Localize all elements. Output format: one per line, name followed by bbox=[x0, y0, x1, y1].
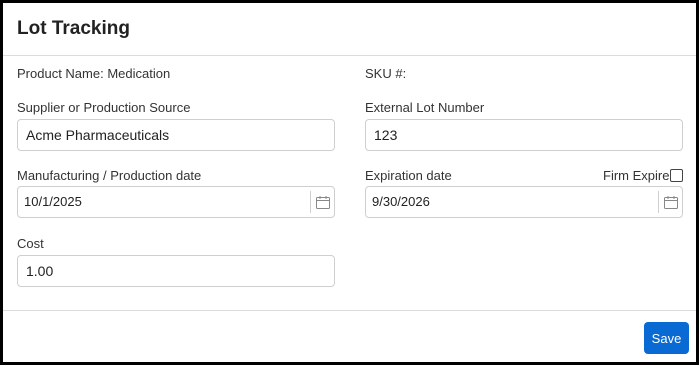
manufacturing-date-value: 10/1/2025 bbox=[24, 194, 82, 209]
supplier-label: Supplier or Production Source bbox=[17, 100, 191, 115]
firm-expire-checkbox[interactable] bbox=[670, 169, 683, 182]
expiration-date-input[interactable]: 9/30/2026 bbox=[365, 186, 683, 218]
cost-label: Cost bbox=[17, 236, 44, 251]
supplier-input[interactable]: Acme Pharmaceuticals bbox=[17, 119, 335, 151]
calendar-icon bbox=[663, 195, 678, 209]
dialog-footer bbox=[3, 310, 696, 362]
dialog-header: Lot Tracking bbox=[3, 3, 696, 56]
firm-expire-label: Firm Expire bbox=[603, 168, 670, 183]
expiration-date-value: 9/30/2026 bbox=[372, 194, 430, 209]
save-button[interactable]: Save bbox=[644, 322, 689, 354]
calendar-icon bbox=[315, 195, 330, 209]
product-name-label: Product Name: Medication bbox=[17, 66, 171, 81]
expiration-date-label: Expiration date bbox=[365, 168, 452, 183]
external-lot-label: External Lot Number bbox=[365, 100, 485, 115]
sku-label: SKU #: bbox=[365, 66, 407, 81]
lot-tracking-dialog: Lot Tracking Product Name: Medication SK… bbox=[0, 0, 699, 365]
manufacturing-date-label: Manufacturing / Production date bbox=[17, 168, 202, 183]
expiration-date-calendar-button[interactable] bbox=[658, 191, 682, 213]
cost-input[interactable]: 1.00 bbox=[17, 255, 335, 287]
manufacturing-date-input[interactable]: 10/1/2025 bbox=[17, 186, 335, 218]
dialog-title: Lot Tracking bbox=[17, 18, 130, 39]
manufacturing-date-calendar-button[interactable] bbox=[310, 191, 334, 213]
external-lot-input[interactable]: 123 bbox=[365, 119, 683, 151]
